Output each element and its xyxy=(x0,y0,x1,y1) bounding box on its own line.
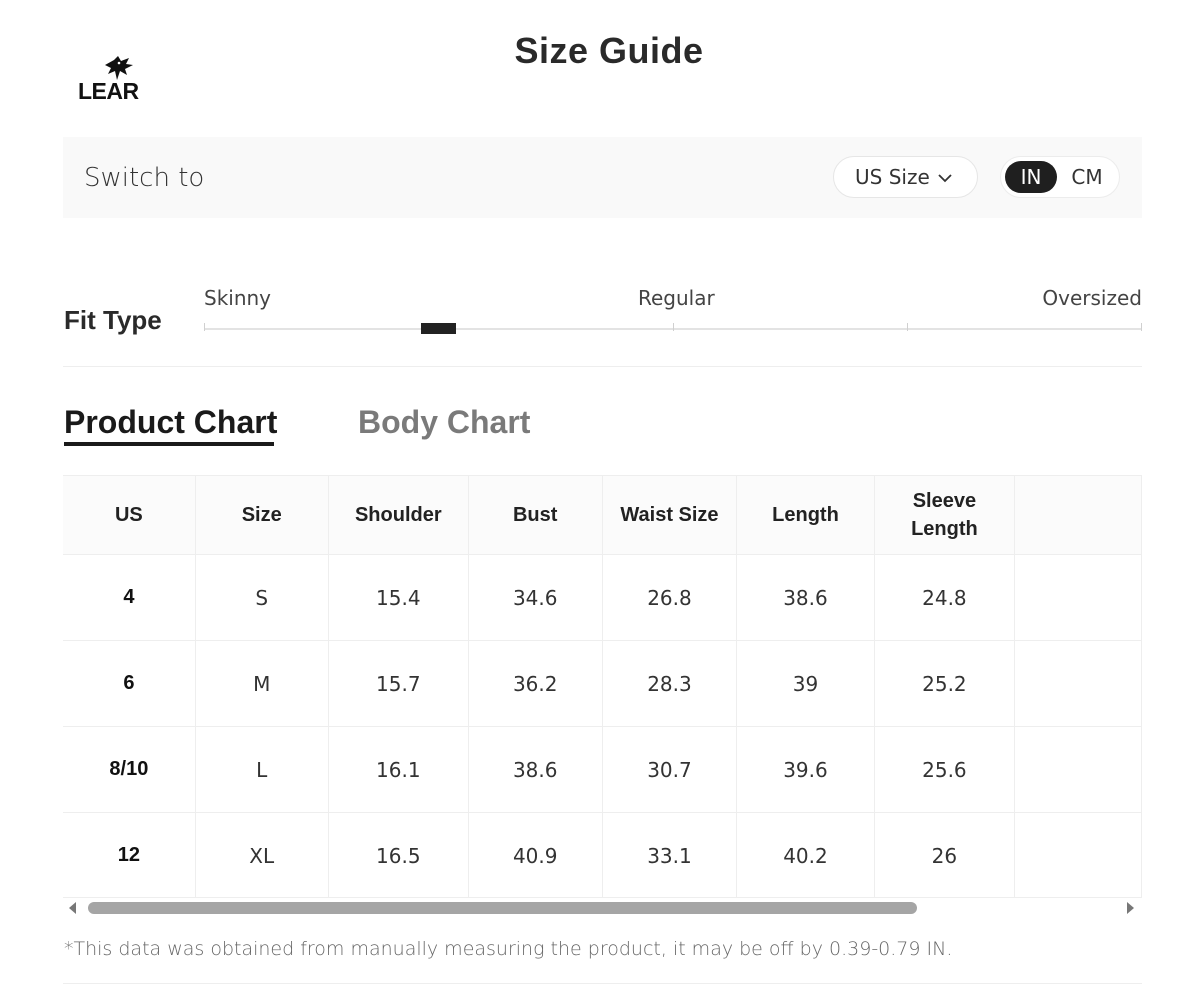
table-cell: 38.6 xyxy=(736,554,875,641)
sleeve-length-label: Sleeve Length xyxy=(911,490,978,540)
table-cell xyxy=(1014,812,1142,897)
scroll-left-arrow-icon[interactable] xyxy=(69,902,76,914)
table-cell: 34.6 xyxy=(468,554,603,641)
fit-label-regular: Regular xyxy=(638,286,715,310)
horizontal-scrollbar[interactable] xyxy=(63,898,1142,918)
table-cell: 16.1 xyxy=(328,726,469,813)
fit-type-title: Fit Type xyxy=(64,305,162,335)
table-cell: 38.6 xyxy=(468,726,603,813)
table-row: 6 M 15.7 36.2 28.3 39 25.2 xyxy=(63,640,1142,727)
scrollbar-thumb[interactable] xyxy=(88,902,917,914)
table-cell: 40.2 xyxy=(736,812,875,897)
size-table-container[interactable]: US Size Shoulder Bust Waist Size Length … xyxy=(63,475,1142,898)
measurement-footnote: *This data was obtained from manually me… xyxy=(64,938,953,960)
fit-tick xyxy=(907,323,908,331)
size-table: US Size Shoulder Bust Waist Size Length … xyxy=(63,476,1142,897)
unit-in-button[interactable]: IN xyxy=(1005,161,1057,193)
table-cell: 39 xyxy=(736,640,875,727)
column-header-size: Size xyxy=(195,476,329,555)
table-cell: 28.3 xyxy=(602,640,738,727)
column-header-us: US xyxy=(63,476,196,555)
switch-label: Switch to xyxy=(84,163,205,193)
table-row: 12 XL 16.5 40.9 33.1 40.2 26 xyxy=(63,812,1142,897)
table-cell xyxy=(1014,640,1142,727)
column-header-sleeve-length: Sleeve Length xyxy=(874,476,1016,555)
tab-body-chart[interactable]: Body Chart xyxy=(358,404,530,441)
table-cell: XL xyxy=(195,812,329,897)
fit-tick xyxy=(1141,323,1142,331)
unit-switch-bar: Switch to US Size IN CM xyxy=(63,137,1142,218)
table-cell: 39.6 xyxy=(736,726,875,813)
column-header-shoulder: Shoulder xyxy=(328,476,469,555)
table-cell: 15.7 xyxy=(328,640,469,727)
table-cell: 4 xyxy=(63,554,196,641)
fit-label-skinny: Skinny xyxy=(204,286,272,310)
page-title: Size Guide xyxy=(514,30,704,71)
table-cell: 24.8 xyxy=(874,554,1016,641)
unit-toggle: IN CM xyxy=(1000,156,1120,198)
table-cell: 26.8 xyxy=(602,554,738,641)
table-cell: 8/10 xyxy=(63,726,196,813)
scroll-right-arrow-icon[interactable] xyxy=(1127,902,1134,914)
table-cell: 25.2 xyxy=(874,640,1016,727)
tab-product-chart[interactable]: Product Chart xyxy=(64,404,277,441)
table-cell: 40.9 xyxy=(468,812,603,897)
table-cell: 26 xyxy=(874,812,1016,897)
column-header-bust: Bust xyxy=(468,476,603,555)
table-row: 8/10 L 16.1 38.6 30.7 39.6 25.6 xyxy=(63,726,1142,813)
table-cell: S xyxy=(195,554,329,641)
table-cell: L xyxy=(195,726,329,813)
fit-label-oversized: Oversized xyxy=(1042,286,1142,310)
table-cell xyxy=(1014,554,1142,641)
table-header-row: US Size Shoulder Bust Waist Size Length … xyxy=(63,476,1142,555)
table-cell: 36.2 xyxy=(468,640,603,727)
size-system-value: US Size xyxy=(855,165,930,189)
fit-level-marker xyxy=(421,323,456,334)
table-cell: 30.7 xyxy=(602,726,738,813)
table-cell: 6 xyxy=(63,640,196,727)
table-row: 4 S 15.4 34.6 26.8 38.6 24.8 xyxy=(63,554,1142,641)
divider xyxy=(63,366,1142,367)
table-cell: 12 xyxy=(63,812,196,897)
table-cell: 15.4 xyxy=(328,554,469,641)
table-cell: M xyxy=(195,640,329,727)
table-cell: 33.1 xyxy=(602,812,738,897)
fit-tick xyxy=(673,323,674,331)
size-system-select[interactable]: US Size xyxy=(833,156,978,198)
table-cell xyxy=(1014,726,1142,813)
chevron-down-icon xyxy=(938,174,952,183)
column-header-length: Length xyxy=(736,476,875,555)
fit-tick xyxy=(204,323,205,331)
brand-name: LEAR xyxy=(78,78,139,104)
table-cell: 16.5 xyxy=(328,812,469,897)
fit-scale-track xyxy=(204,323,1142,331)
active-tab-underline xyxy=(64,442,274,446)
divider xyxy=(63,983,1142,984)
column-header-waist: Waist Size xyxy=(602,476,738,555)
column-header-extra xyxy=(1014,476,1142,555)
unit-cm-button[interactable]: CM xyxy=(1061,161,1113,193)
table-cell: 25.6 xyxy=(874,726,1016,813)
